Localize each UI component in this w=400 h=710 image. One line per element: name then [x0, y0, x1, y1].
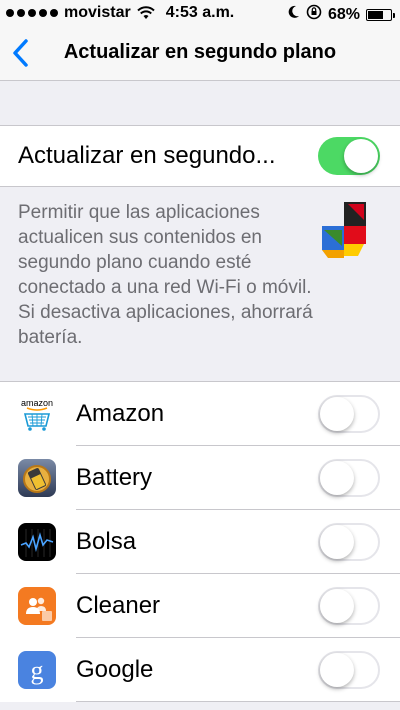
background-refresh-row: Actualizar en segundo...	[0, 125, 400, 187]
amazon-toggle[interactable]	[318, 395, 380, 433]
navigation-bar: Actualizar en segundo plano	[0, 26, 400, 81]
list-item: Battery	[0, 446, 400, 510]
svg-text:amazon: amazon	[21, 398, 53, 408]
moon-icon	[288, 5, 300, 24]
background-refresh-description: Permitir que las aplicaciones actualicen…	[18, 202, 313, 348]
battery-icon	[366, 8, 395, 21]
app-name: Cleaner	[76, 592, 161, 619]
cleaner-icon	[18, 587, 56, 625]
battery-icon	[18, 459, 56, 497]
bolsa-toggle[interactable]	[318, 523, 380, 561]
app-name: Battery	[76, 464, 153, 491]
list-item: g Google	[0, 638, 400, 702]
google-toggle[interactable]	[318, 651, 380, 689]
watermark-logo-icon	[318, 200, 370, 260]
status-right: 68%	[288, 4, 395, 25]
list-item: Bolsa	[0, 510, 400, 574]
svg-text:g: g	[31, 656, 44, 685]
app-name: Amazon	[76, 400, 165, 427]
stocks-icon	[18, 523, 56, 561]
battery-percentage: 68%	[327, 5, 360, 23]
battery-toggle[interactable]	[318, 459, 380, 497]
page-title: Actualizar en segundo plano	[63, 41, 337, 63]
google-icon: g	[18, 651, 56, 689]
background-refresh-label: Actualizar en segundo...	[18, 142, 276, 169]
background-refresh-toggle[interactable]	[318, 137, 380, 175]
app-name: Google	[76, 656, 154, 683]
rotation-lock-icon	[306, 4, 322, 25]
status-bar: movistar 4:53 a.m. 68%	[0, 0, 400, 26]
list-item: Cleaner	[0, 574, 400, 638]
list-item: amazon Amazon	[0, 382, 400, 446]
amazon-icon: amazon	[18, 395, 56, 433]
app-name: Bolsa	[76, 528, 137, 555]
app-list: amazon Amazon Battery Bolsa Cleaner g Go…	[0, 381, 400, 702]
cleaner-toggle[interactable]	[318, 587, 380, 625]
